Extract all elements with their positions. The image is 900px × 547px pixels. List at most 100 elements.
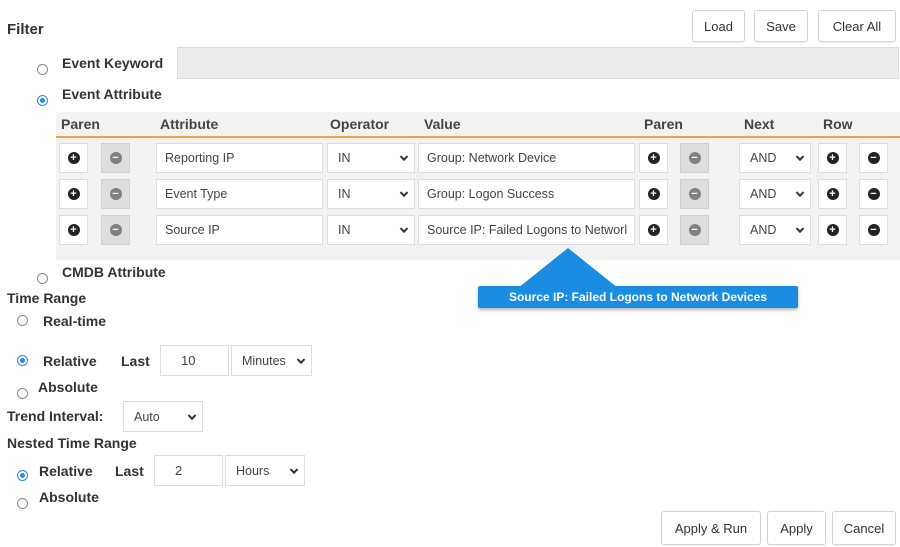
last-label: Last bbox=[121, 353, 150, 369]
value-field[interactable]: Group: Logon Success bbox=[418, 179, 635, 209]
relative-radio[interactable] bbox=[17, 355, 28, 366]
plus-circle-icon: + bbox=[67, 224, 80, 236]
trend-interval-select[interactable]: Auto bbox=[123, 401, 203, 432]
event-attribute-radio[interactable] bbox=[37, 95, 48, 106]
minus-circle-icon: − bbox=[109, 188, 122, 200]
plus-circle-icon: + bbox=[647, 152, 660, 164]
realtime-label: Real-time bbox=[43, 313, 107, 329]
cmdb-attribute-radio[interactable] bbox=[37, 273, 48, 284]
value-field[interactable]: Group: Network Device bbox=[418, 143, 635, 173]
trend-interval-label: Trend Interval: bbox=[7, 408, 104, 424]
next-select[interactable]: AND bbox=[739, 215, 811, 245]
open-paren-remove-button[interactable]: − bbox=[101, 215, 130, 245]
clear-all-button[interactable]: Clear All bbox=[818, 10, 896, 42]
chevron-down-icon bbox=[289, 465, 299, 474]
plus-circle-icon: + bbox=[826, 224, 839, 236]
plus-circle-icon: + bbox=[67, 188, 80, 200]
col-attribute: Attribute bbox=[160, 116, 219, 132]
save-button[interactable]: Save bbox=[754, 10, 808, 42]
chevron-down-icon bbox=[795, 224, 805, 234]
close-paren-remove-button[interactable]: − bbox=[680, 215, 709, 245]
next-value: AND bbox=[750, 151, 777, 165]
operator-select[interactable]: IN bbox=[327, 215, 415, 245]
attribute-field[interactable]: Source IP bbox=[156, 215, 323, 245]
chevron-down-icon bbox=[399, 188, 409, 198]
table-header: Paren Attribute Operator Value Paren Nex… bbox=[56, 112, 900, 138]
col-operator: Operator bbox=[330, 116, 390, 132]
close-paren-add-button[interactable]: + bbox=[639, 215, 668, 245]
row-remove-button[interactable]: − bbox=[859, 143, 888, 173]
nested-last-value-input[interactable]: 2 bbox=[154, 455, 223, 486]
trend-interval-value: Auto bbox=[134, 409, 160, 424]
col-next: Next bbox=[744, 116, 775, 132]
open-paren-remove-button[interactable]: − bbox=[101, 143, 130, 173]
time-unit-select[interactable]: Minutes bbox=[231, 345, 312, 376]
chevron-down-icon bbox=[795, 188, 805, 198]
row-remove-button[interactable]: − bbox=[859, 179, 888, 209]
event-keyword-label: Event Keyword bbox=[62, 55, 164, 71]
realtime-radio[interactable] bbox=[17, 315, 28, 326]
nested-absolute-label: Absolute bbox=[39, 489, 99, 505]
last-value-input[interactable]: 10 bbox=[160, 345, 229, 376]
value-field[interactable]: Source IP: Failed Logons to Networl bbox=[418, 215, 635, 245]
plus-circle-icon: + bbox=[826, 152, 839, 164]
col-paren-open: Paren bbox=[61, 116, 100, 132]
plus-circle-icon: + bbox=[647, 188, 660, 200]
chevron-down-icon bbox=[795, 152, 805, 162]
col-row: Row bbox=[823, 116, 853, 132]
event-keyword-radio[interactable] bbox=[37, 64, 48, 75]
open-paren-add-button[interactable]: + bbox=[59, 179, 88, 209]
minus-circle-icon: − bbox=[109, 152, 122, 164]
nested-time-range-title: Nested Time Range bbox=[7, 435, 137, 451]
next-select[interactable]: AND bbox=[739, 143, 811, 173]
chevron-down-icon bbox=[187, 411, 197, 420]
cmdb-attribute-label: CMDB Attribute bbox=[62, 264, 166, 280]
minus-circle-icon: − bbox=[867, 224, 880, 236]
minus-circle-icon: − bbox=[867, 152, 880, 164]
nested-absolute-radio[interactable] bbox=[17, 498, 28, 509]
close-paren-remove-button[interactable]: − bbox=[680, 179, 709, 209]
value-tooltip: Source IP: Failed Logons to Network Devi… bbox=[478, 286, 798, 308]
col-value: Value bbox=[424, 116, 461, 132]
next-select[interactable]: AND bbox=[739, 179, 811, 209]
attribute-field[interactable]: Event Type bbox=[156, 179, 323, 209]
minus-circle-icon: − bbox=[688, 188, 701, 200]
nested-time-unit-select[interactable]: Hours bbox=[225, 455, 305, 486]
open-paren-remove-button[interactable]: − bbox=[101, 179, 130, 209]
open-paren-add-button[interactable]: + bbox=[59, 143, 88, 173]
close-paren-add-button[interactable]: + bbox=[639, 143, 668, 173]
table-row: + − Source IP IN Source IP: Failed Logon… bbox=[56, 215, 900, 247]
nested-last-label: Last bbox=[115, 463, 144, 479]
attribute-field[interactable]: Reporting IP bbox=[156, 143, 323, 173]
next-value: AND bbox=[750, 187, 777, 201]
minus-circle-icon: − bbox=[688, 152, 701, 164]
absolute-label: Absolute bbox=[38, 379, 98, 395]
plus-circle-icon: + bbox=[826, 188, 839, 200]
row-add-button[interactable]: + bbox=[818, 143, 847, 173]
open-paren-add-button[interactable]: + bbox=[59, 215, 88, 245]
minus-circle-icon: − bbox=[867, 188, 880, 200]
row-add-button[interactable]: + bbox=[818, 179, 847, 209]
row-remove-button[interactable]: − bbox=[859, 215, 888, 245]
operator-value: IN bbox=[338, 151, 351, 165]
operator-value: IN bbox=[338, 187, 351, 201]
load-button[interactable]: Load bbox=[692, 10, 745, 42]
absolute-radio[interactable] bbox=[17, 388, 28, 399]
row-add-button[interactable]: + bbox=[818, 215, 847, 245]
chevron-down-icon bbox=[296, 355, 306, 364]
operator-select[interactable]: IN bbox=[327, 143, 415, 173]
nested-relative-radio[interactable] bbox=[17, 470, 28, 481]
chevron-down-icon bbox=[399, 224, 409, 234]
nested-time-unit-value: Hours bbox=[236, 463, 270, 478]
operator-select[interactable]: IN bbox=[327, 179, 415, 209]
apply-run-button[interactable]: Apply & Run bbox=[661, 511, 761, 545]
plus-circle-icon: + bbox=[647, 224, 660, 236]
apply-button[interactable]: Apply bbox=[767, 511, 826, 545]
attribute-table: Paren Attribute Operator Value Paren Nex… bbox=[56, 112, 900, 260]
event-keyword-input[interactable] bbox=[177, 47, 899, 79]
close-paren-add-button[interactable]: + bbox=[639, 179, 668, 209]
table-row: + − Reporting IP IN Group: Network Devic… bbox=[56, 143, 900, 175]
cancel-button[interactable]: Cancel bbox=[832, 511, 896, 545]
close-paren-remove-button[interactable]: − bbox=[680, 143, 709, 173]
nested-relative-label: Relative bbox=[39, 463, 93, 479]
